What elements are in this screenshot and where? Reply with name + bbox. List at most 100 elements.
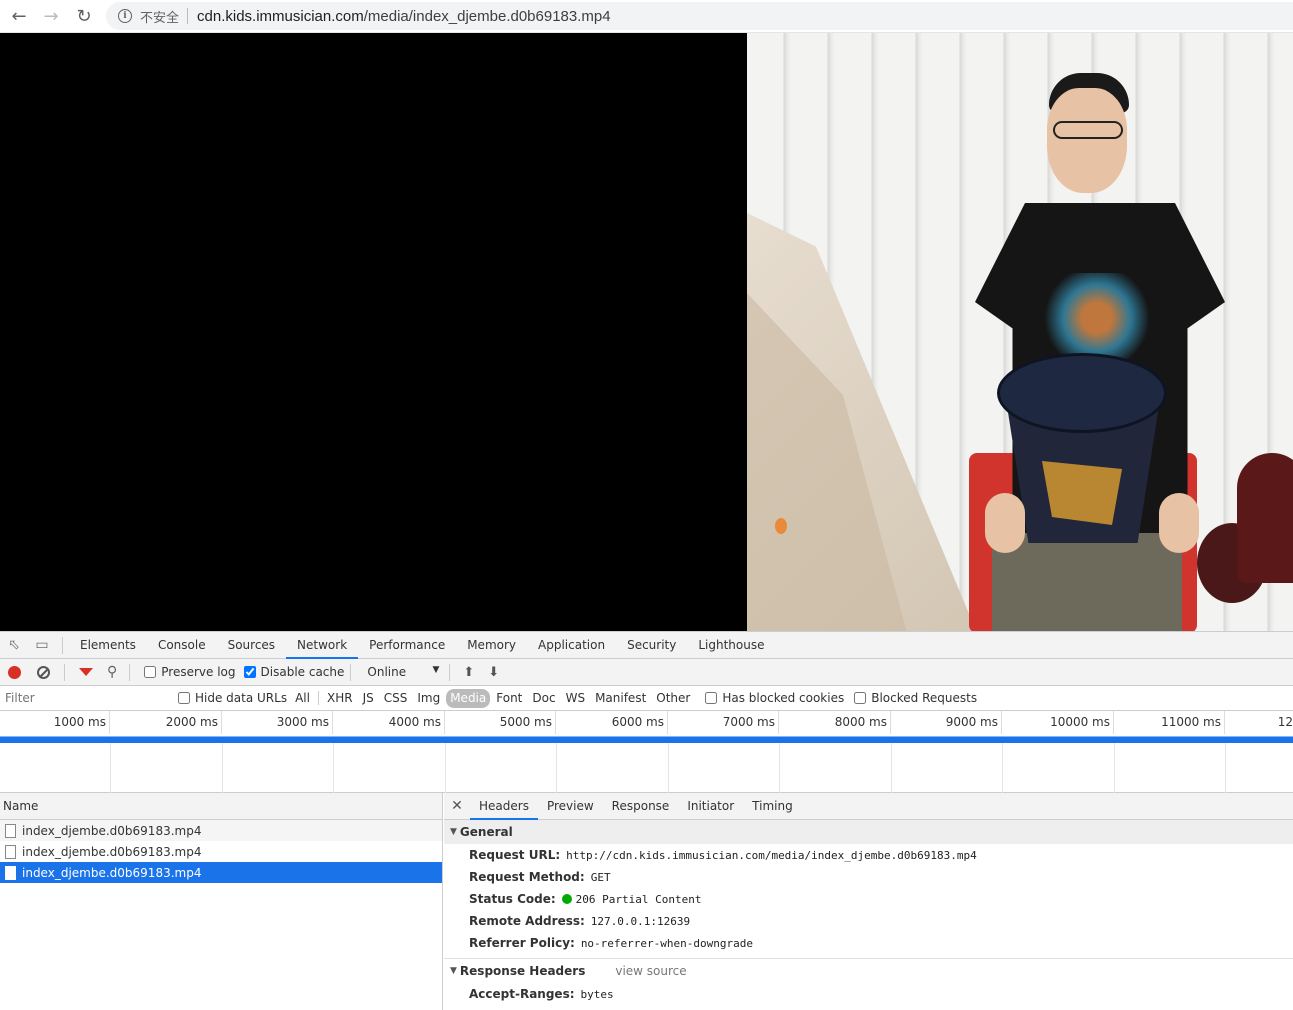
tab-lighthouse[interactable]: Lighthouse	[687, 632, 775, 659]
tab-network[interactable]: Network	[286, 632, 359, 659]
security-label[interactable]: 不安全	[140, 7, 179, 26]
column-header-name[interactable]: Name	[0, 793, 442, 820]
export-har-icon[interactable]: ⬇	[488, 665, 499, 680]
timeline-tick: 10000 ms	[1002, 711, 1114, 734]
import-har-icon[interactable]: ⬆	[463, 665, 474, 680]
forward-icon[interactable]: →	[39, 4, 63, 28]
filter-type-all[interactable]: All	[291, 689, 314, 708]
timeline-tick: 5000 ms	[445, 711, 556, 734]
url-text[interactable]: cdn.kids.immusician.com/media/index_djem…	[197, 8, 611, 25]
request-row[interactable]: index_djembe.d0b69183.mp4	[0, 820, 442, 841]
timeline-gridline	[1114, 743, 1115, 793]
close-icon[interactable]: ✕	[444, 798, 470, 814]
reload-icon[interactable]: ↻	[72, 4, 96, 28]
header-row: Referrer Policy: no-referrer-when-downgra…	[444, 932, 1293, 954]
tab-console[interactable]: Console	[147, 632, 217, 659]
request-row-selected[interactable]: index_djembe.d0b69183.mp4	[0, 862, 442, 883]
filter-type-ws[interactable]: WS	[562, 689, 589, 708]
request-name: index_djembe.d0b69183.mp4	[22, 844, 202, 859]
filter-bar: Hide data URLs All XHR JS CSS Img Media …	[0, 686, 1293, 711]
throttle-select[interactable]: Online ▼	[367, 665, 439, 679]
video-frame	[747, 33, 1293, 631]
header-value: bytes	[580, 988, 614, 1001]
timeline-tick: 12	[1277, 715, 1293, 729]
timeline-tick: 1000 ms	[0, 711, 110, 734]
info-icon[interactable]: i	[118, 9, 132, 23]
tab-headers[interactable]: Headers	[470, 793, 538, 820]
glasses	[1053, 121, 1123, 139]
header-key: Accept-Ranges:	[469, 987, 575, 1001]
view-source-link[interactable]: view source	[615, 959, 686, 983]
response-headers-section-header[interactable]: ▼ Response Headers view source	[444, 959, 1293, 983]
has-blocked-cookies-input[interactable]	[705, 692, 718, 704]
record-icon[interactable]	[8, 665, 21, 679]
header-row: Remote Address: 127.0.0.1:12639	[444, 910, 1293, 932]
toolbar-separator	[64, 663, 65, 681]
tab-response[interactable]: Response	[603, 793, 679, 820]
tab-sources[interactable]: Sources	[217, 632, 286, 659]
details-tabbar: ✕ Headers Preview Response Initiator Tim…	[444, 793, 1293, 820]
timeline-tick: 7000 ms	[668, 711, 779, 734]
timeline-gridline	[222, 743, 223, 793]
timeline-tick: 11000 ms	[1114, 711, 1225, 734]
toolbar-separator	[129, 663, 131, 681]
tab-initiator[interactable]: Initiator	[678, 793, 743, 820]
tab-elements[interactable]: Elements	[69, 632, 147, 659]
hide-data-urls-checkbox[interactable]: Hide data URLs	[178, 691, 287, 705]
disable-cache-checkbox[interactable]: Disable cache	[243, 665, 344, 679]
filter-type-manifest[interactable]: Manifest	[591, 689, 650, 708]
header-key: Request URL:	[469, 848, 561, 862]
header-value: GET	[590, 871, 611, 884]
filter-type-img[interactable]: Img	[413, 689, 444, 708]
has-blocked-cookies-checkbox[interactable]: Has blocked cookies	[705, 691, 844, 705]
djembe-head	[997, 353, 1167, 433]
tab-security[interactable]: Security	[616, 632, 687, 659]
tab-application[interactable]: Application	[527, 632, 616, 659]
preserve-log-input[interactable]	[144, 666, 157, 678]
filter-type-media[interactable]: Media	[446, 688, 491, 708]
filter-type-css[interactable]: CSS	[380, 689, 412, 708]
header-value: 127.0.0.1:12639	[590, 915, 691, 928]
tab-preview[interactable]: Preview	[538, 793, 603, 820]
filter-type-xhr[interactable]: XHR	[323, 689, 357, 708]
expand-triangle-icon: ▼	[450, 827, 457, 837]
tab-timing[interactable]: Timing	[743, 793, 802, 820]
device-toolbar-icon[interactable]: ▭	[28, 632, 56, 659]
throttle-value: Online	[367, 665, 407, 679]
hide-data-urls-input[interactable]	[178, 692, 190, 704]
search-icon[interactable]: ⚲	[107, 664, 117, 680]
tab-memory[interactable]: Memory	[456, 632, 527, 659]
request-name: index_djembe.d0b69183.mp4	[22, 823, 202, 838]
general-section-header[interactable]: ▼ General	[444, 820, 1293, 844]
expand-triangle-icon: ▼	[450, 966, 457, 976]
filter-type-other[interactable]: Other	[652, 689, 694, 708]
shirt-print	[1037, 273, 1157, 363]
toolbar-separator	[350, 663, 352, 681]
back-icon[interactable]: ←	[7, 4, 31, 28]
address-bar[interactable]: i 不安全 cdn.kids.immusician.com/media/inde…	[106, 2, 1293, 30]
preserve-log-checkbox[interactable]: Preserve log	[144, 665, 236, 679]
filter-type-doc[interactable]: Doc	[528, 689, 559, 708]
blocked-requests-checkbox[interactable]: Blocked Requests	[854, 691, 977, 705]
file-icon	[5, 823, 16, 838]
timeline-gridline	[1225, 743, 1226, 793]
filter-input[interactable]	[1, 688, 166, 708]
video-player[interactable]	[0, 33, 1293, 631]
network-overview-timeline[interactable]: 1000 ms 2000 ms 3000 ms 4000 ms 5000 ms …	[0, 711, 1293, 793]
timeline-gridline	[333, 743, 334, 793]
clear-icon[interactable]	[37, 665, 50, 679]
filter-type-font[interactable]: Font	[492, 689, 526, 708]
disable-cache-input[interactable]	[243, 666, 256, 678]
request-row[interactable]: index_djembe.d0b69183.mp4	[0, 841, 442, 862]
inspect-element-icon[interactable]: ⬁	[0, 632, 28, 659]
url-path: /media/index_djembe.d0b69183.mp4	[363, 7, 611, 25]
timeline-gridline	[1002, 743, 1003, 793]
filter-type-js[interactable]: JS	[359, 689, 378, 708]
timeline-tick: 3000 ms	[222, 711, 333, 734]
tab-performance[interactable]: Performance	[358, 632, 456, 659]
timeline-gridline	[445, 743, 446, 793]
filter-separator	[317, 691, 319, 705]
blocked-requests-input[interactable]	[854, 692, 867, 704]
filter-icon[interactable]	[79, 668, 93, 676]
timeline-tick: 4000 ms	[333, 711, 445, 734]
